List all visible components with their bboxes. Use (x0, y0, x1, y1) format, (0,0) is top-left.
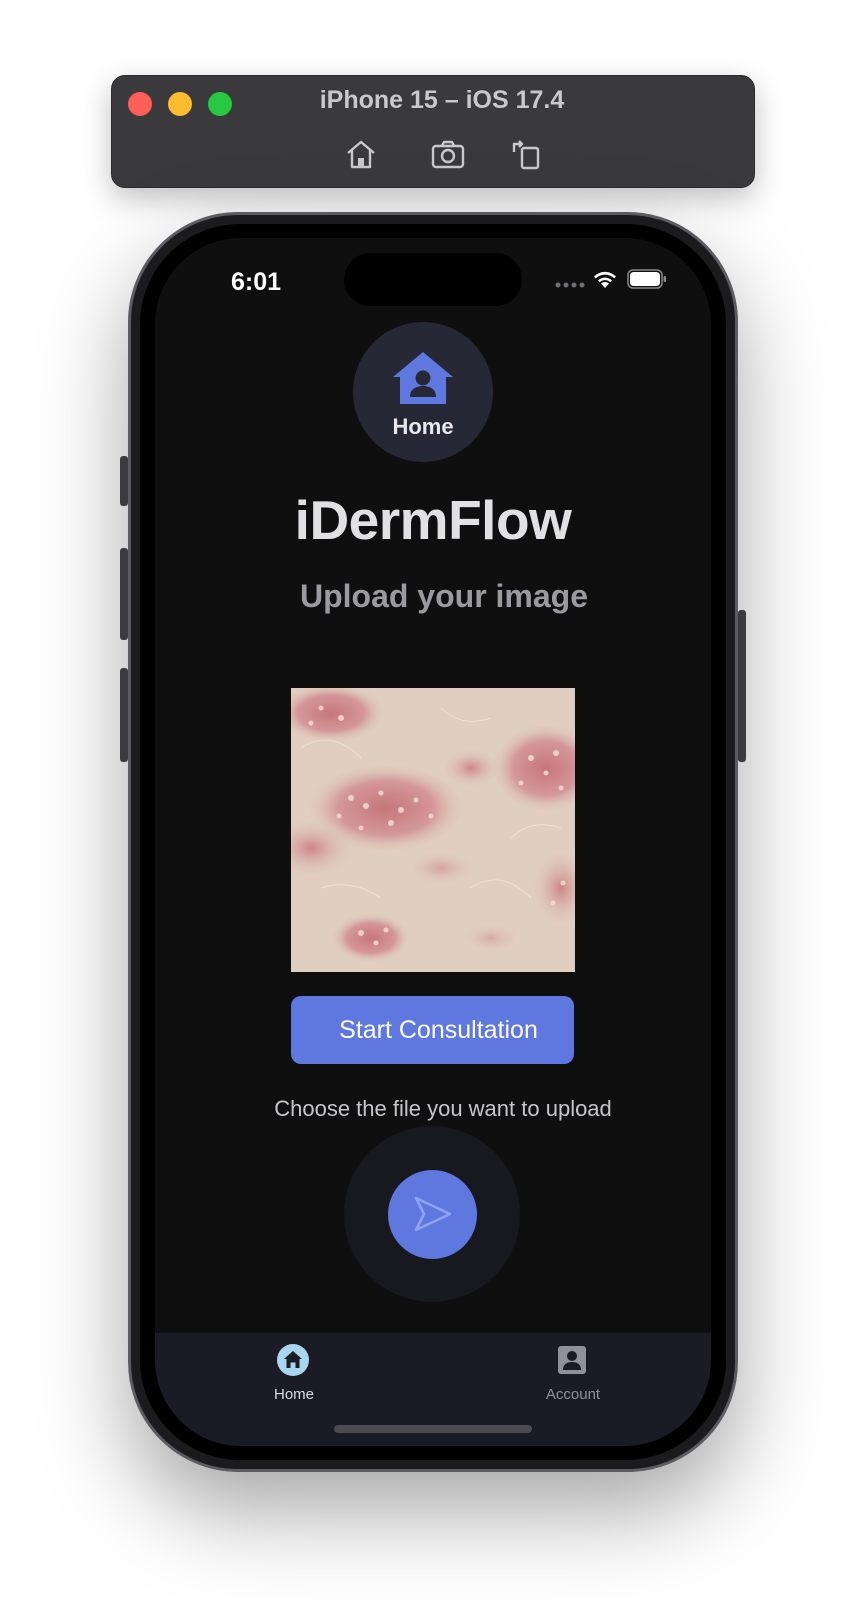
simulator-title-bar: iPhone 15 – iOS 17.4 (111, 75, 755, 188)
tab-home-label: Home (273, 1386, 314, 1403)
bottom-tab-bar: Home Account (155, 1333, 711, 1446)
home-icon (277, 1344, 309, 1376)
choose-file-text: Choose the file you want to upload (274, 1096, 612, 1121)
home-indicator[interactable] (334, 1425, 532, 1433)
status-time: 6:01 (231, 268, 282, 296)
battery-icon (627, 269, 666, 289)
action-button (120, 456, 128, 506)
tab-account[interactable]: Account (503, 1333, 643, 1413)
volume-down-button (120, 668, 128, 762)
home-badge-label: Home (392, 414, 454, 439)
home-header-badge: Home (353, 322, 493, 462)
simulator-title: iPhone 15 – iOS 17.4 (319, 86, 565, 114)
app-title: iDermFlow (294, 489, 572, 551)
send-icon (414, 1196, 452, 1232)
phone-screen: 6:01 Home iDermFlow Upload your image St… (155, 238, 711, 1446)
screenshot-icon[interactable] (430, 136, 466, 172)
account-box-icon (558, 1346, 586, 1374)
page-subtitle: Upload your image (299, 578, 589, 614)
cellular-signal-icon (555, 282, 585, 288)
dynamic-island (344, 253, 522, 306)
uploaded-skin-image[interactable] (291, 688, 575, 972)
volume-up-button (120, 548, 128, 640)
upload-button[interactable] (388, 1170, 477, 1259)
rotate-icon[interactable] (508, 136, 544, 172)
power-button (738, 610, 746, 762)
tab-home[interactable]: Home (224, 1333, 364, 1413)
start-consultation-button[interactable]: Start Consultation (291, 996, 574, 1064)
house-user-icon (393, 352, 453, 404)
home-icon[interactable] (343, 136, 379, 172)
tab-account-label: Account (545, 1386, 601, 1403)
wifi-icon (594, 271, 616, 288)
